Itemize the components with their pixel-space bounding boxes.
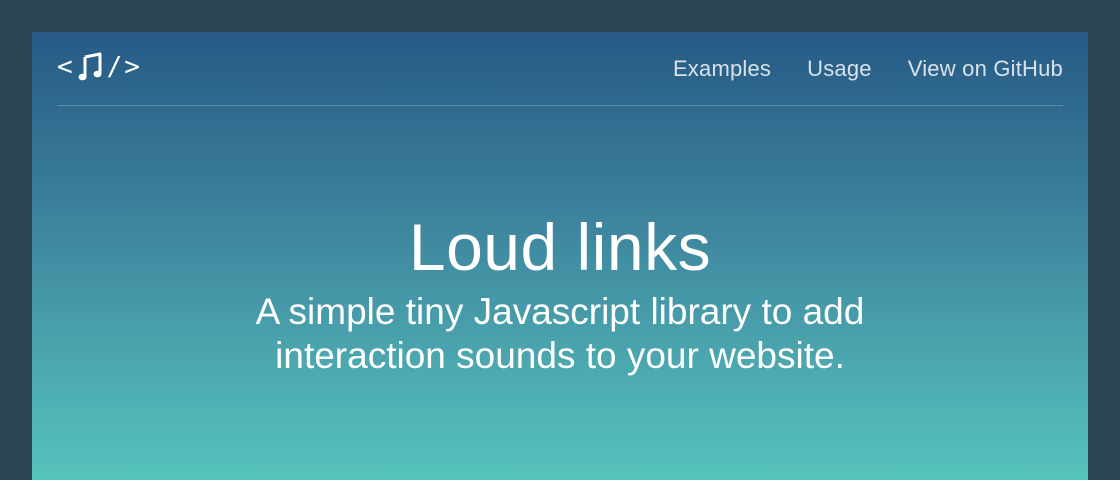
logo-link[interactable]: < /> bbox=[57, 52, 142, 82]
nav-link-github[interactable]: View on GitHub bbox=[908, 56, 1063, 82]
nav-link-usage[interactable]: Usage bbox=[807, 56, 872, 82]
top-navigation: < /> Examples Usage View on GitHub bbox=[57, 32, 1063, 106]
music-note-icon bbox=[78, 52, 104, 82]
logo-left-bracket: < bbox=[57, 52, 75, 82]
page-frame: < /> Examples Usage View on GitHub Loud … bbox=[32, 32, 1088, 480]
nav-links: Examples Usage View on GitHub bbox=[673, 56, 1063, 82]
hero-section: Loud links A simple tiny Javascript libr… bbox=[32, 210, 1088, 378]
logo-right-bracket: /> bbox=[106, 52, 142, 82]
hero-subtitle: A simple tiny Javascript library to add … bbox=[255, 291, 865, 376]
nav-link-examples[interactable]: Examples bbox=[673, 56, 771, 82]
hero-title: Loud links bbox=[408, 210, 712, 284]
